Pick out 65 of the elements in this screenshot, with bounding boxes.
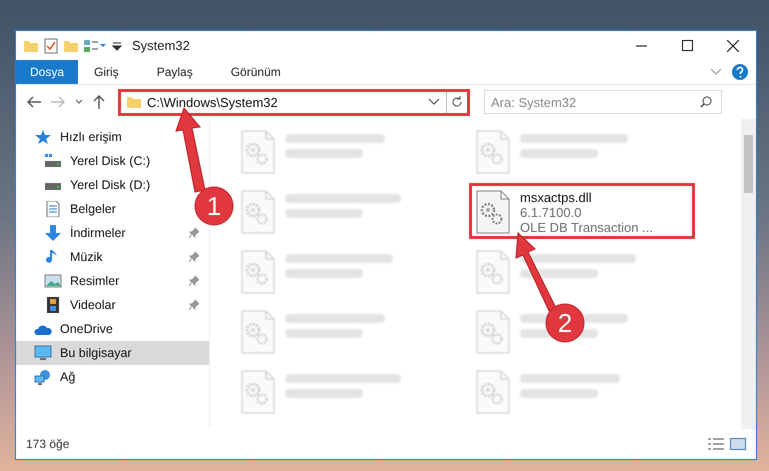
sidebar-item[interactable]: Hızlı erişim: [16, 125, 179, 149]
large-icons-view-icon[interactable]: [730, 438, 746, 450]
dll-file-icon: [241, 190, 275, 234]
dll-file-icon: [241, 370, 275, 414]
file-detail: 6.1.7100.0: [520, 205, 582, 220]
computer-icon: [34, 345, 52, 361]
sidebar-item[interactable]: Müzik: [16, 245, 209, 269]
properties-icon[interactable]: [44, 38, 58, 54]
sidebar-item[interactable]: Ağ: [16, 365, 179, 389]
sidebar-item[interactable]: İndirmeler: [16, 221, 209, 245]
callout-number: 2: [558, 308, 572, 338]
film-icon: [44, 297, 62, 313]
dll-file-icon: [476, 130, 510, 174]
refresh-icon[interactable]: [451, 96, 463, 108]
caret-icon: [75, 99, 83, 105]
ribbon-tab[interactable]: Dosya: [16, 60, 78, 84]
forward-arrow-icon: [51, 96, 65, 108]
help-icon[interactable]: [732, 64, 748, 80]
view-options-icon[interactable]: [84, 38, 106, 52]
caret-icon[interactable]: [428, 98, 440, 106]
sidebar-item[interactable]: Bu bilgisayar: [16, 341, 209, 365]
download-icon: [44, 225, 62, 241]
highlighted-file-item[interactable]: msxactps.dll 6.1.7100.0 OLE DB Transaction ...: [469, 183, 695, 239]
file-detail: OLE DB Transaction ...: [520, 220, 653, 235]
details-view-icon[interactable]: [708, 438, 724, 450]
ribbon-tab[interactable]: Giriş: [80, 60, 133, 84]
dll-file-icon: [241, 310, 275, 354]
sidebar-item[interactable]: Yerel Disk (D:): [16, 173, 179, 197]
callout-number: 1: [206, 191, 222, 221]
back-arrow-icon: [27, 96, 41, 108]
ribbon-tab[interactable]: Paylaş: [142, 60, 207, 84]
sidebar-item[interactable]: OneDrive: [16, 317, 179, 341]
document-icon: [44, 201, 62, 217]
sidebar-item[interactable]: Yerel Disk (C:): [16, 149, 179, 173]
search-field[interactable]: Ara: System32: [484, 90, 722, 114]
folder-icon: [127, 95, 141, 109]
expand-ribbon-icon[interactable]: [710, 68, 722, 76]
dll-file-icon: [476, 310, 510, 354]
item-count: 173 öğe: [26, 437, 70, 451]
address-bar[interactable]: C:\Windows\System32: [118, 88, 470, 116]
dll-file-icon: [241, 130, 275, 174]
customize-toolbar-icon[interactable]: [112, 40, 122, 50]
dll-file-icon: [476, 370, 510, 414]
sidebar-item[interactable]: Belgeler: [16, 197, 179, 221]
file-name: msxactps.dll: [520, 190, 593, 205]
close-icon: [727, 40, 739, 52]
ribbon-tab[interactable]: Görünüm: [216, 60, 295, 84]
dll-file-icon: [241, 250, 275, 294]
minimize-icon: [636, 44, 646, 46]
sidebar-item[interactable]: Videolar: [16, 293, 209, 317]
up-arrow-icon: [93, 95, 105, 109]
maximize-icon: [682, 40, 692, 51]
network-icon: [34, 369, 52, 385]
dll-file-icon: [476, 250, 510, 294]
pin-icon[interactable]: [189, 252, 199, 262]
drive-icon: [44, 153, 62, 169]
sidebar-item[interactable]: Resimler: [16, 269, 209, 293]
pin-icon[interactable]: [189, 228, 199, 238]
star-icon: [34, 129, 52, 145]
dll-file-icon: [476, 190, 510, 234]
picture-icon: [44, 273, 62, 289]
window-title: System32: [132, 38, 190, 53]
pin-icon[interactable]: [189, 276, 199, 286]
pin-icon[interactable]: [189, 300, 199, 310]
scrollbar[interactable]: [741, 119, 756, 429]
